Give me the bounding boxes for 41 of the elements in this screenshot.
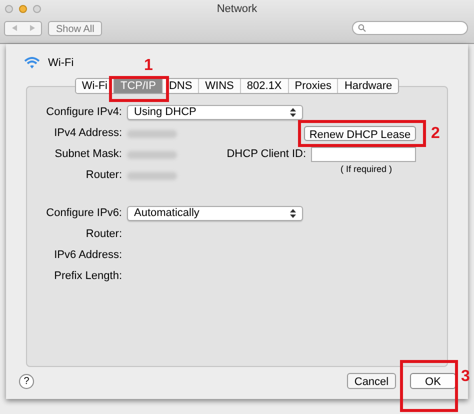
- popup-menu[interactable]: Using DHCP: [127, 105, 303, 120]
- forward-icon[interactable]: [30, 25, 34, 31]
- close-icon[interactable]: [5, 5, 13, 13]
- step-number: 3: [461, 368, 470, 385]
- field-label: IPv6 Address:: [53, 248, 122, 264]
- field-label: DHCP Client ID:: [226, 147, 306, 162]
- help-button[interactable]: ?: [19, 374, 34, 388]
- back-icon[interactable]: [12, 25, 16, 31]
- wifi-icon: [24, 57, 40, 69]
- cancel-button[interactable]: Cancel: [347, 373, 396, 389]
- tab[interactable]: WINS: [199, 79, 241, 93]
- zoom-icon[interactable]: [33, 5, 41, 13]
- tab[interactable]: Wi-Fi: [76, 79, 114, 93]
- search-field[interactable]: [352, 21, 468, 35]
- field-label: IPv4 Address:: [53, 126, 122, 142]
- field-label: Router:: [84, 227, 122, 242]
- back-forward-control[interactable]: [4, 20, 42, 36]
- stepper-icon: [290, 108, 296, 117]
- dhcp-client-id-field[interactable]: [311, 147, 416, 162]
- step-number: 1: [144, 57, 153, 74]
- show-all-button[interactable]: Show All: [48, 20, 102, 36]
- field-label: Router:: [84, 168, 122, 184]
- field-label: Subnet Mask:: [54, 147, 122, 162]
- popup-menu[interactable]: Automatically: [127, 206, 303, 221]
- stepper-icon: [290, 209, 296, 218]
- field-label: Configure IPv6:: [45, 206, 122, 222]
- tab[interactable]: Hardware: [338, 79, 398, 93]
- hint-text: ( If required ): [340, 162, 392, 176]
- ok-button[interactable]: OK: [410, 373, 456, 389]
- step-number: 2: [431, 125, 440, 142]
- highlight-frame: [400, 360, 458, 412]
- interface-name: Wi-Fi: [48, 56, 74, 71]
- field-label: Prefix Length:: [53, 269, 122, 284]
- highlight-frame: [109, 76, 169, 102]
- tab[interactable]: Proxies: [288, 79, 338, 93]
- field-label: Configure IPv4:: [45, 105, 122, 120]
- minimize-icon[interactable]: [19, 5, 27, 13]
- tab[interactable]: 802.1X: [240, 79, 289, 93]
- renew-dhcp-lease-button[interactable]: Renew DHCP Lease: [304, 126, 416, 141]
- window-title: Network: [216, 2, 258, 17]
- search-icon: [358, 24, 366, 32]
